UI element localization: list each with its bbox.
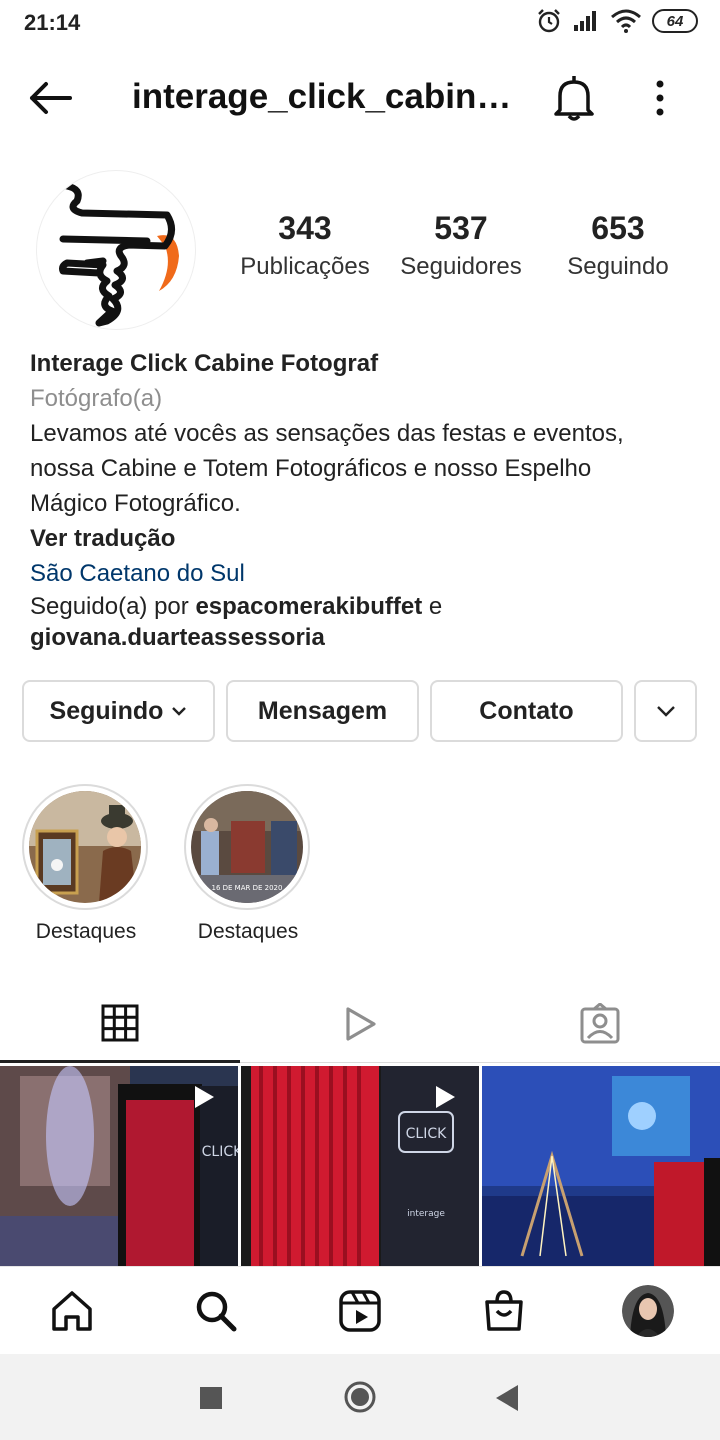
signal-icon [574, 11, 596, 31]
nav-shop[interactable] [478, 1285, 530, 1337]
following-button-label: Seguindo [49, 696, 164, 725]
profile-header: interage_click_cabin… [0, 60, 720, 136]
system-navigation-bar [0, 1354, 720, 1440]
reels-icon [339, 1290, 381, 1332]
battery-level: 64 [666, 12, 684, 30]
tab-grid[interactable] [0, 985, 240, 1063]
posts-label: Publicações [240, 253, 370, 280]
followed-by-prefix: Seguido(a) por [30, 593, 196, 620]
profile-username: interage_click_cabin… [132, 77, 512, 116]
suggestions-button[interactable] [634, 680, 697, 742]
profile-category: Fotógrafo(a) [30, 385, 163, 412]
highlight-cover: 16 DE MAR DE 2020 [191, 791, 303, 903]
highlight-label: Destaques [35, 920, 137, 943]
translate-link[interactable]: Ver tradução [30, 521, 700, 556]
tagged-icon [580, 1003, 620, 1044]
nav-reels[interactable] [334, 1285, 386, 1337]
profile-display-name: Interage Click Cabine Fotograf [30, 350, 379, 377]
posts-count: 343 [278, 210, 332, 246]
message-button-label: Mensagem [257, 696, 388, 725]
followers-label: Seguidores [400, 253, 522, 280]
square-icon[interactable] [200, 1387, 222, 1409]
chevron-down-icon [656, 706, 675, 717]
home-icon [52, 1291, 92, 1331]
bottom-navigation [0, 1266, 720, 1354]
back-triangle-icon[interactable] [496, 1385, 518, 1411]
search-icon [196, 1291, 237, 1332]
story-highlight[interactable]: Destaques [22, 784, 150, 944]
post-thumbnail[interactable]: CLICK [0, 1066, 238, 1266]
shop-icon [485, 1290, 523, 1331]
highlight-date-text: 16 DE MAR DE 2020 [212, 884, 283, 892]
battery-indicator: 64 [652, 9, 698, 33]
tab-tagged[interactable] [480, 985, 720, 1063]
more-options-icon[interactable] [640, 74, 680, 122]
post-thumbnail[interactable]: CLICK interage [241, 1066, 479, 1266]
followed-by-and: e [422, 593, 443, 620]
alarm-icon [538, 9, 560, 33]
status-icons: 64 [536, 8, 698, 34]
profile-bio: Interage Click Cabine Fotograf Fotógrafo… [30, 346, 700, 653]
nav-home[interactable] [46, 1285, 98, 1337]
brand-text: CLICK [406, 1126, 447, 1142]
following-label: Seguindo [567, 253, 669, 280]
circle-icon[interactable] [343, 1380, 377, 1414]
tab-reels[interactable] [240, 985, 480, 1063]
bio-line: Mágico Fotográfico. [30, 490, 241, 517]
contact-button-label: Contato [479, 696, 574, 725]
message-button[interactable]: Mensagem [226, 680, 419, 742]
posts-stat[interactable]: 343 Publicações [234, 210, 376, 281]
profile-avatar[interactable] [36, 170, 196, 330]
brand-logo [59, 182, 179, 327]
wifi-icon [611, 9, 641, 33]
followed-by-user[interactable]: espacomerakibuffet [195, 593, 422, 620]
chevron-down-icon [172, 707, 187, 716]
grid-icon [101, 1004, 139, 1041]
location-link[interactable]: São Caetano do Sul [30, 556, 700, 591]
following-stat[interactable]: 653 Seguindo [556, 210, 680, 281]
post-thumbnail[interactable] [482, 1066, 720, 1266]
bio-line: nossa Cabine e Totem Fotográficos e noss… [30, 455, 592, 482]
nav-search[interactable] [190, 1285, 242, 1337]
highlight-ring: 16 DE MAR DE 2020 [184, 784, 310, 910]
profile-avatar [622, 1285, 674, 1337]
highlight-label: Destaques [197, 920, 299, 943]
followed-by[interactable]: Seguido(a) por espacomerakibuffet e giov… [30, 591, 700, 653]
status-time: 21:14 [24, 10, 81, 35]
post-grid: CLICK CLICK interage [0, 1066, 720, 1266]
profile-tabs [0, 985, 720, 1063]
brand-text: CLICK [202, 1144, 238, 1160]
highlight-ring [22, 784, 148, 910]
contact-button[interactable]: Contato [430, 680, 623, 742]
notification-bell-icon[interactable] [550, 72, 598, 124]
nav-profile[interactable] [622, 1285, 674, 1337]
back-arrow-icon[interactable] [26, 78, 74, 118]
following-count: 653 [591, 210, 645, 246]
status-bar: 21:14 64 [0, 0, 720, 44]
story-highlight[interactable]: 16 DE MAR DE 2020 Destaques [184, 784, 312, 944]
bio-line: Levamos até vocês as sensações das festa… [30, 420, 624, 447]
brand-small-text: interage [407, 1209, 445, 1219]
highlight-cover [29, 791, 141, 903]
followers-count: 537 [434, 210, 488, 246]
play-icon [346, 1007, 376, 1041]
following-button[interactable]: Seguindo [22, 680, 215, 742]
followers-stat[interactable]: 537 Seguidores [392, 210, 530, 281]
followed-by-user[interactable]: giovana.duarteassessoria [30, 624, 325, 651]
